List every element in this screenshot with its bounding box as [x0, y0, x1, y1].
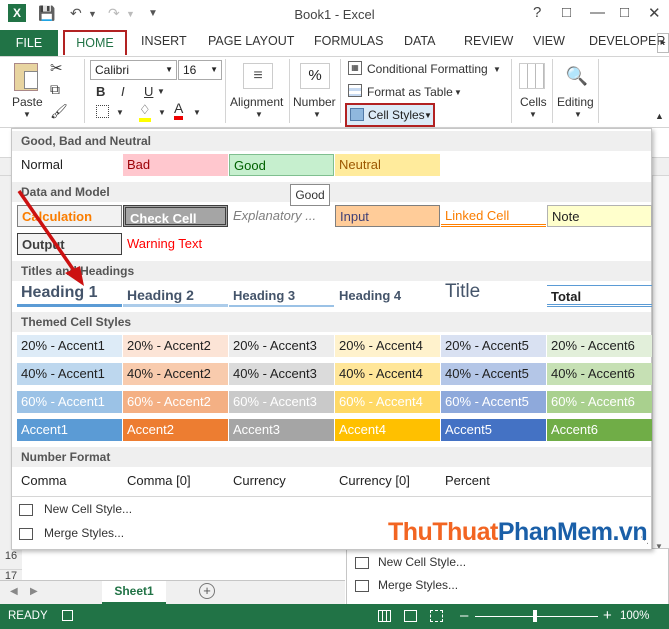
- watermark-part2: Thuat: [432, 518, 498, 546]
- status-ready: READY: [8, 610, 48, 622]
- add-sheet-icon[interactable]: +: [199, 583, 215, 599]
- zoom-out-icon[interactable]: –: [460, 607, 468, 624]
- watermark-logo: ThuThuatPhanMem.vn: [388, 518, 648, 547]
- page-break-view-icon[interactable]: [430, 610, 443, 622]
- sheet-tab-sheet1[interactable]: Sheet1: [102, 581, 166, 604]
- watermark-part3: PhanMem: [497, 518, 613, 546]
- prev-sheet-icon[interactable]: ◀: [10, 586, 18, 597]
- zoom-slider-thumb[interactable]: [533, 610, 537, 622]
- watermark-part1: Thu: [388, 518, 433, 546]
- zoom-level[interactable]: 100%: [620, 610, 649, 622]
- zoom-in-icon[interactable]: +: [603, 607, 612, 624]
- sheet-tab-label: Sheet1: [114, 584, 154, 598]
- normal-view-icon[interactable]: [378, 610, 391, 622]
- sheet-tabs-bar: ◀ ▶ Sheet1 +: [0, 580, 345, 604]
- next-sheet-icon[interactable]: ▶: [30, 586, 38, 597]
- page-layout-view-icon[interactable]: [404, 610, 417, 622]
- status-bar: READY – + 100%: [0, 604, 669, 629]
- macro-record-icon[interactable]: [62, 610, 73, 621]
- watermark-part4: .vn: [612, 518, 648, 546]
